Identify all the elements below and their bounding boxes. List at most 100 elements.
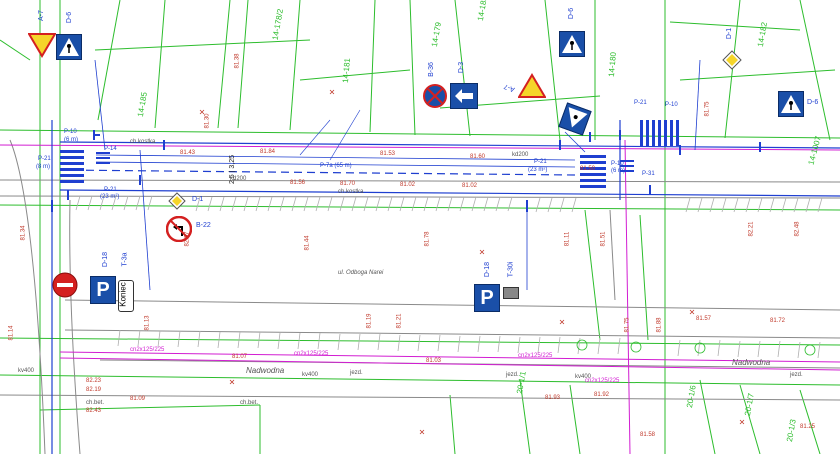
spot-height: 82.48 [794,221,801,237]
pedestrian-crossing-sign-4-icon [778,91,804,117]
spot-height: 81.09 [130,396,146,402]
no-stopping-sign-icon [423,84,447,108]
marking-p21-mid: P-21 [104,187,117,193]
spot-height: 81.78 [424,231,431,247]
utility-label-jezd1: jezd. [350,370,363,376]
marking-p10-right: P-10 [611,161,624,167]
spot-height: 81.13 [144,315,151,331]
map-canvas [0,0,840,454]
parking-sign-2-icon: P [474,284,500,312]
spot-height: 81.93 [545,395,561,401]
street-name-lower-left: Nadwodna [246,366,285,375]
one-way-sign-icon [450,83,478,109]
marking-p21-left-len: (8 m) [36,164,50,170]
spot-height: 81.14 [8,325,15,341]
spot-height: 81.84 [260,149,276,155]
spot-height: 81.19 [366,313,373,329]
sign-code-d18-mid: D-18 [484,261,492,278]
parking-sign-icon: P [90,276,116,304]
priority-road-sign-icon [722,50,742,70]
pedestrian-marking-small [96,152,634,172]
sign-code-t30i: T-30i [507,261,515,278]
sign-code-d6-right: D-6 [807,99,819,106]
sign-code-b36: B-36 [427,62,435,77]
marking-p10-left-len: (6 m) [64,137,78,143]
zebra-crossing-left [60,150,84,183]
koniec-plate: Koniec [118,280,134,312]
marking-p21-right: P-21 [534,159,547,165]
spot-height: 81.88 [656,317,663,333]
spot-height: 81.44 [304,235,311,251]
design-lines [51,59,840,454]
utility-label-jezd3: jezd. [790,372,803,378]
spot-height: 82.23 [86,378,102,384]
utility-label-cn3: cn2x125/225 [518,353,553,359]
marking-p14: P-14 [104,146,117,152]
sign-code-b22: B-22 [196,222,211,229]
marking-p10-left: P-10 [64,129,77,135]
sign-code-d18-left: D-18 [102,251,110,268]
utility-label-cn2: cn2x125/225 [294,351,329,357]
spot-height: 81.75 [704,101,711,117]
utility-label-cn4: cn2x125/225 [585,378,620,384]
spot-height: 81.70 [340,181,356,187]
pedestrian-crossing-sign-icon [56,34,82,60]
spot-height: 81.38 [234,53,241,69]
yield-sign-mid-icon [518,73,546,99]
sign-code-d1-left: D-1 [192,196,204,203]
utility-label-ch2: ch.kostka [338,189,364,195]
spot-height: 81.53 [380,151,396,157]
marking-p10-right-len: (6 m) [611,168,625,174]
utility-label-bet2: ch.bet. [240,400,259,406]
spot-height: 81.03 [426,358,442,364]
utility-label-bet1: ch.bet. [86,400,105,406]
marking-p7a: P-7a (65 m) [320,163,352,169]
marking-p21-mid-area: (23 m²) [100,194,120,200]
spot-height: 81.50 [580,166,596,172]
parcel-boundaries [0,0,840,454]
spot-height: 81.21 [396,313,403,329]
marking-p21-far: P-21 [634,100,647,106]
utility-label-kd1: kd200 [512,152,529,158]
utility-label-jezd2: jezd. [506,372,519,378]
spot-height: 81.57 [696,316,712,322]
pedestrian-crossing-sign-2-icon [559,31,585,57]
spot-height: 81.72 [770,318,786,324]
spot-height: 81.60 [470,154,486,160]
utility-label-kd2: kd200 [230,176,247,182]
utility-label-kv2: kv400 [302,372,319,378]
spot-height: 81.30 [204,113,211,129]
marking-p21-left: P-21 [38,156,51,162]
spot-height: 82.19 [86,387,102,393]
koniec-text: Koniec [118,282,128,307]
spot-height: 82.43 [86,408,102,414]
sign-code-d3: D-3 [458,61,466,74]
spot-height: 81.07 [232,354,248,360]
spot-height: 81.51 [600,231,607,247]
road-design-map: A-7 D-6 B-36 D-3 A-7 D-6 D-1 D-6 D-1 B-2… [0,0,840,454]
sign-code-d6-mid: D-6 [568,7,576,20]
spot-height: 82.21 [748,221,755,237]
spot-height: 81.56 [290,180,306,186]
utility-label-kv1: kv400 [18,368,35,374]
sign-code-a7-top: A-7 [37,10,45,21]
t30i-plate-icon [503,287,519,299]
street-name-lower-right: Nadwodna [732,358,771,367]
spot-height: 81.11 [564,231,571,247]
sign-code-d1-right: D-1 [726,27,734,40]
zebra-crossing-right [640,120,679,146]
priority-road-sign-2-icon [168,192,186,210]
no-entry-sign-icon [52,272,78,298]
marking-p10-far: P-10 [665,102,678,108]
yield-sign-icon [28,32,56,58]
marking-p21-right-area: (23 m²) [528,167,548,173]
marking-p31: P-31 [642,171,655,177]
sign-code-t3a: T-3a [121,252,129,267]
street-name-main: ul. Odboga Narei [338,270,384,276]
spot-height: 81.02 [400,182,416,188]
spot-height: 81.43 [180,150,196,156]
spot-height: 81.25 [800,424,816,430]
spot-height: 81.58 [640,432,656,438]
utility-label-cn1: cn2x125/225 [130,347,165,353]
spot-height: 82.07 [184,231,191,247]
